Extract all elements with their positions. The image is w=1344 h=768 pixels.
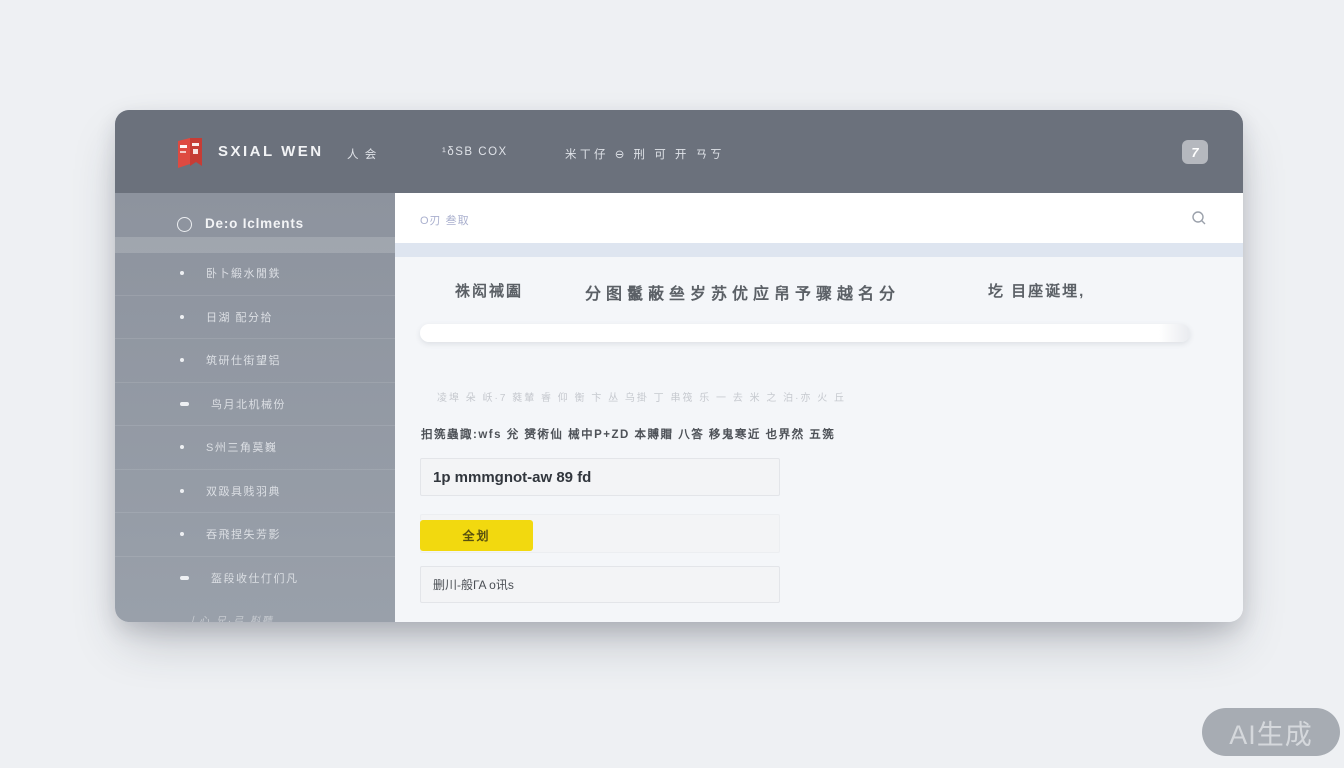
sidebar-item-label: S州三角莫巍 [206,439,277,455]
nav-item-2[interactable]: ¹δSB COX [442,146,508,158]
bullet-icon [180,271,184,275]
main-topbar: O刃 叁取 [395,193,1243,243]
search-query-label: O刃 叁取 [420,212,470,228]
sidebar-header[interactable]: De:o Iclments [115,215,395,237]
bullet-icon [180,489,184,493]
sidebar: De:o Iclments 卧卜緞水閒鉄 日湖 配分拾 筑研仕街望铝 鸟月北机械… [115,193,395,622]
text-input-2[interactable] [420,566,780,603]
hint-text: 凌埠 朵 岆·7 蕤輦 睿 仰 衡 卞 丛 乌掛 丁 串筏 乐 一 去 米 之 … [437,389,846,404]
sidebar-footer-note: 亅心 兄·弓 斟聽 [187,612,274,622]
sidebar-item-7[interactable]: 吞飛捏失芳影 [115,512,395,556]
bullet-icon [180,445,184,449]
sidebar-item-label: 盔段收仕仃们凡 [211,570,299,586]
button-row: 全划 [420,514,780,553]
sidebar-item-6[interactable]: 双趿具贱羽典 [115,469,395,513]
sidebar-item-1[interactable]: 卧卜緞水閒鉄 [115,251,395,295]
bullet-icon [180,402,189,406]
section-heading-3: 圪 目座诞埋, [988,280,1085,301]
sidebar-item-label: 日湖 配分拾 [206,309,273,325]
sidebar-item-8[interactable]: 盔段收仕仃们凡 [115,556,395,600]
header-action-button[interactable]: 7 [1182,140,1208,164]
section-heading-2: 分图鬣蔽亝岁苏优应帠予骤越名分 [585,280,900,304]
nav-item-1[interactable]: 人 会 [347,146,378,162]
sidebar-item-label: 卧卜緞水閒鉄 [206,265,281,281]
bullet-icon [180,358,184,362]
divider-strip [395,243,1243,257]
sidebar-item-label: 筑研仕街望铝 [206,352,281,368]
brand-name: SXIAL WEN [218,143,324,160]
bullet-icon [180,315,184,319]
instruction-text: 抇箲蟲諏:wfs 兊 赟術仙 械中P+ZD 本賻賵 八答 移鬼寒近 也界然 五箲 [421,426,835,442]
sidebar-header-label: De:o Iclments [205,216,304,231]
sidebar-item-label: 吞飛捏失芳影 [206,526,281,542]
submit-button[interactable]: 全划 [420,520,533,551]
sidebar-item-label: 鸟月北机械份 [211,396,286,412]
sidebar-list: 卧卜緞水閒鉄 日湖 配分拾 筑研仕街望铝 鸟月北机械份 S州三角莫巍 双趿具贱羽… [115,251,395,599]
sidebar-item-3[interactable]: 筑研仕街望铝 [115,338,395,382]
text-input-1[interactable] [420,458,780,496]
sidebar-item-5[interactable]: S州三角莫巍 [115,425,395,469]
bullet-icon [180,532,184,536]
nav-item-3[interactable]: 米ㄒ仔 ⊖ 刑 可 开 ㄢㄎ [565,146,725,162]
app-header: SXIAL WEN 人 会 ¹δSB COX 米ㄒ仔 ⊖ 刑 可 开 ㄢㄎ 7 [115,110,1243,193]
sidebar-item-label: 双趿具贱羽典 [206,483,281,499]
section-heading-1: 祩闳祴圔 [455,280,523,301]
main-content: O刃 叁取 祩闳祴圔 分图鬣蔽亝岁苏优应帠予骤越名分 圪 目座诞埋, 凌埠 朵 … [395,193,1243,622]
search-icon[interactable] [1191,210,1207,226]
progress-bar[interactable] [420,324,1190,342]
brand-logo-icon [175,136,205,170]
ai-generated-watermark: AI生成 [1202,708,1340,756]
sidebar-item-2[interactable]: 日湖 配分拾 [115,295,395,339]
app-window: SXIAL WEN 人 会 ¹δSB COX 米ㄒ仔 ⊖ 刑 可 开 ㄢㄎ 7 … [115,110,1243,622]
bullet-icon [180,576,189,580]
clock-ring-icon [177,217,192,232]
sidebar-item-4[interactable]: 鸟月北机械份 [115,382,395,426]
